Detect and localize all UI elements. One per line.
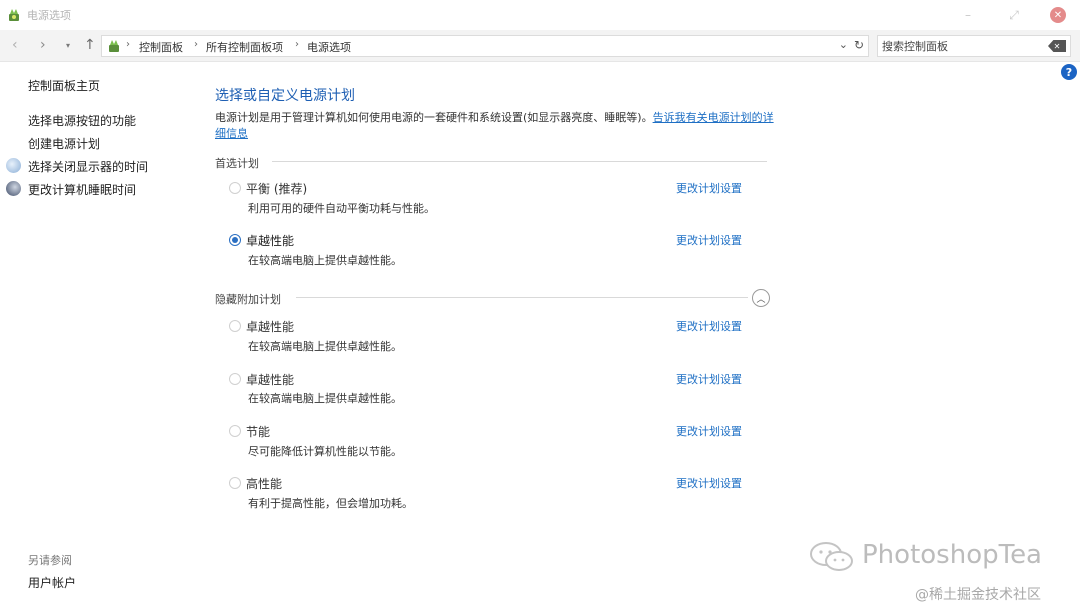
change-plan-settings-link[interactable]: 更改计划设置 (676, 371, 742, 387)
plan-description: 在较高端电脑上提供卓越性能。 (248, 254, 402, 267)
divider (296, 297, 748, 298)
forward-button[interactable]: › (40, 37, 46, 53)
address-dropdown-icon[interactable]: ⌄ (839, 38, 848, 51)
refresh-icon[interactable]: ↻ (854, 38, 864, 52)
control-panel-icon (109, 40, 119, 52)
change-plan-settings-link[interactable]: 更改计划设置 (676, 232, 742, 248)
search-box[interactable]: ✕ (877, 35, 1071, 57)
watermark-brand: PhotoshopTea (862, 540, 1042, 570)
title-bar: 电源选项 – ⤢ ✕ (0, 0, 1080, 30)
divider (272, 161, 767, 162)
change-plan-settings-link[interactable]: 更改计划设置 (676, 423, 742, 439)
breadcrumb-separator: › (126, 39, 130, 50)
description-text: 电源计划是用于管理计算机如何使用电源的一套硬件和系统设置(如显示器亮度、睡眠等)… (215, 111, 653, 124)
monitor-icon (6, 158, 21, 173)
help-icon[interactable]: ? (1061, 64, 1077, 80)
address-bar[interactable]: › 控制面板 › 所有控制面板项 › 电源选项 ⌄ ↻ (101, 35, 869, 57)
plan-radio-hidden-2[interactable] (229, 373, 241, 385)
breadcrumb-separator: › (295, 39, 299, 50)
watermark-site: @稀土掘金技术社区 (915, 587, 1041, 603)
breadcrumb-separator: › (194, 39, 198, 50)
sidebar-item-display-off[interactable]: 选择关闭显示器的时间 (28, 158, 148, 175)
sidebar-item-create-plan[interactable]: 创建电源计划 (28, 135, 100, 152)
plan-radio-balanced[interactable] (229, 182, 241, 194)
plan-description: 有利于提高性能，但会增加功耗。 (248, 497, 413, 510)
plan-name[interactable]: 节能 (246, 423, 270, 440)
plan-name[interactable]: 卓越性能 (246, 371, 294, 388)
close-button[interactable]: ✕ (1036, 0, 1080, 30)
page-description: 电源计划是用于管理计算机如何使用电源的一套硬件和系统设置(如显示器亮度、睡眠等)… (215, 110, 775, 142)
plan-radio-hidden-1[interactable] (229, 320, 241, 332)
recent-locations-button[interactable]: ▾ (66, 41, 70, 50)
change-plan-settings-link[interactable]: 更改计划设置 (676, 318, 742, 334)
minimize-button[interactable]: – (946, 0, 990, 30)
plan-radio-ultimate[interactable] (229, 234, 241, 246)
close-icon: ✕ (1050, 7, 1066, 23)
hidden-plans-heading: 隐藏附加计划 (215, 293, 281, 306)
breadcrumb-power-options[interactable]: 电源选项 (307, 39, 351, 55)
see-also-user-accounts[interactable]: 用户帐户 (28, 574, 76, 591)
window-title: 电源选项 (27, 9, 71, 22)
plan-radio-power-saver[interactable] (229, 425, 241, 437)
plan-name[interactable]: 卓越性能 (246, 318, 294, 335)
breadcrumb-all-items[interactable]: 所有控制面板项 (206, 39, 283, 55)
up-button[interactable]: ↑ (84, 37, 96, 53)
clear-search-icon[interactable]: ✕ (1048, 40, 1066, 52)
plan-description: 利用可用的硬件自动平衡功耗与性能。 (248, 202, 435, 215)
plan-description: 在较高端电脑上提供卓越性能。 (248, 340, 402, 353)
maximize-button[interactable]: ⤢ (992, 0, 1036, 30)
breadcrumb-control-panel[interactable]: 控制面板 (139, 39, 183, 55)
plan-description: 尽可能降低计算机性能以节能。 (248, 445, 402, 458)
sleep-moon-icon (6, 181, 21, 196)
plan-description: 在较高端电脑上提供卓越性能。 (248, 392, 402, 405)
sidebar-item-power-button[interactable]: 选择电源按钮的功能 (28, 112, 136, 129)
power-options-app-icon (9, 9, 19, 21)
collapse-hidden-plans-button[interactable]: ︿ (752, 289, 770, 307)
see-also-heading: 另请参阅 (28, 554, 72, 567)
search-input[interactable] (882, 38, 1042, 54)
plan-name[interactable]: 卓越性能 (246, 232, 294, 249)
change-plan-settings-link[interactable]: 更改计划设置 (676, 180, 742, 196)
back-button[interactable]: ‹ (12, 37, 18, 53)
sidebar-item-sleep-time[interactable]: 更改计算机睡眠时间 (28, 181, 136, 198)
change-plan-settings-link[interactable]: 更改计划设置 (676, 475, 742, 491)
page-title: 选择或自定义电源计划 (215, 88, 355, 104)
preferred-plans-heading: 首选计划 (215, 157, 259, 170)
plan-radio-high-performance[interactable] (229, 477, 241, 489)
sidebar-home-link[interactable]: 控制面板主页 (28, 77, 100, 94)
navigation-bar: ‹ › ▾ ↑ › 控制面板 › 所有控制面板项 › 电源选项 ⌄ ↻ ✕ (0, 30, 1080, 62)
plan-name[interactable]: 平衡 (推荐) (246, 180, 307, 197)
plan-name[interactable]: 高性能 (246, 475, 282, 492)
wechat-watermark-icon (810, 542, 853, 571)
